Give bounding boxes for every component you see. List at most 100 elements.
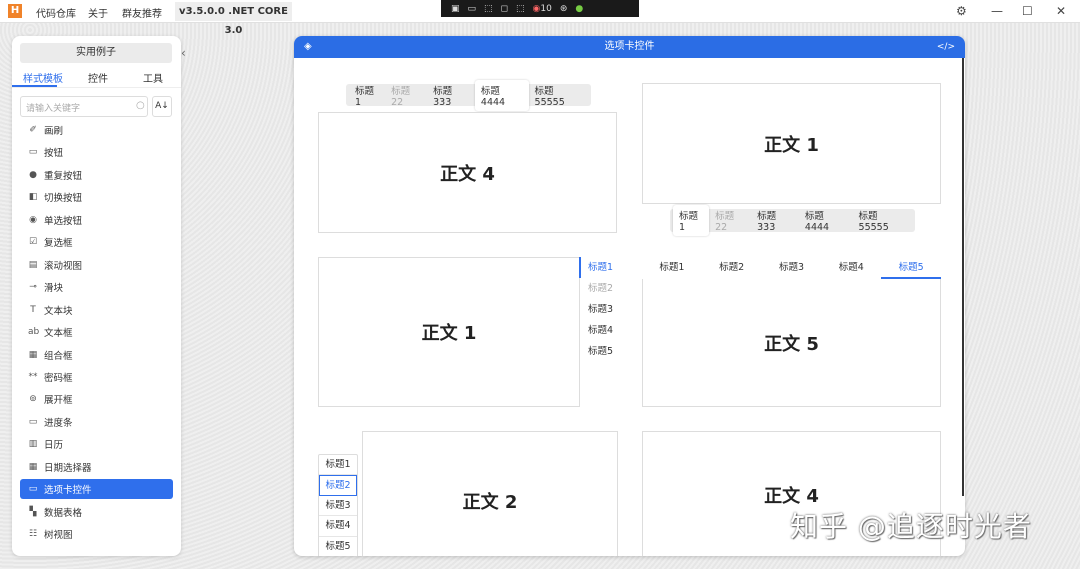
tab[interactable]: 标题3 [762,258,822,279]
item-icon: ◉ [29,214,37,225]
settings-gear-icon[interactable]: ⚙ [956,4,967,18]
sidebar-item-label: 按钮 [44,148,64,160]
sidebar-item[interactable]: ▦ 日期选择器 [20,457,173,477]
collapse-chevron-icon[interactable]: ‹ [181,46,186,60]
sidebar-item[interactable]: ▭ 选项卡控件 [20,479,173,500]
tab[interactable]: 标题333 [427,80,475,111]
sidebar-item[interactable]: ☷ 树视图 [20,524,173,544]
item-icon: ⊚ [29,394,37,405]
tab[interactable]: 标题55555 [853,205,912,236]
sidebar-item-label: 树视图 [44,530,73,542]
sidebar-item-label: 进度条 [44,417,73,429]
camera-icon[interactable]: ▭ [468,4,477,14]
minimize-button[interactable]: — [991,4,1003,18]
sidebar-item[interactable]: ⊸ 滑块 [20,277,173,297]
tab-disabled: 标题2 [588,283,614,294]
item-icon: ▤ [28,259,38,270]
search-input[interactable]: 请输入关键字 [20,96,148,117]
sidebar-item[interactable]: ▦ 组合框 [20,345,173,365]
sidebar-item-label: 滑块 [44,283,64,295]
tab-disabled: 标题22 [391,85,411,108]
floating-toolbar: ▣ ▭ ⬚ ◻ ⬚ ◉10 ⊛ ● [441,0,639,17]
menu-about[interactable]: 关于 [88,5,108,20]
tab[interactable]: 标题4 [821,258,881,279]
tab-selected[interactable]: 标题1 [579,257,619,278]
pointer-icon[interactable]: ⬚ [484,4,493,14]
sidebar-item-label: 切换按钮 [44,193,83,205]
menu-code-repo[interactable]: 代码仓库 [36,5,76,20]
sidebar-item[interactable]: ⊚ 展开框 [20,389,173,409]
sidebar-item[interactable]: ◉ 单选按钮 [20,210,173,230]
sidebar-item[interactable]: ☑ 复选框 [20,232,173,252]
tab-selected[interactable]: 标题5 [881,258,941,279]
sidebar-item-label: 日历 [44,440,64,452]
tab[interactable]: 标题4444 [799,205,853,236]
sidebar: 实用例子 样式模板 控件 工具 请输入关键字 ○ A↓ ✐ 画刷 ▭ 按钮 ● 重复按钮 ◧… [12,36,181,556]
item-icon: ▭ [28,147,38,158]
tab[interactable]: 标题4 [579,320,619,341]
counter: ◉10 [532,3,552,14]
tab[interactable]: 标题4 [319,516,357,537]
item-icon: ⊸ [29,282,37,293]
maximize-button[interactable]: ☐ [1022,4,1033,18]
tab[interactable]: 标题333 [751,205,799,236]
tab[interactable]: 标题3 [579,299,619,320]
sort-button[interactable]: A↓ [152,96,172,117]
frame-icon[interactable]: ◻ [501,4,508,14]
tab[interactable]: 标题2 [702,258,762,279]
sidebar-item[interactable]: ✐ 画刷 [20,120,173,140]
tab-selected[interactable]: 标题1 [673,205,710,236]
sidebar-item[interactable]: ▭ 按钮 [20,142,173,162]
layers-icon: ◈ [304,41,312,52]
sidebar-item[interactable]: ab 文本框 [20,322,173,342]
sidebar-item[interactable]: ▤ 滚动视图 [20,255,173,275]
sidebar-item[interactable]: ◧ 切换按钮 [20,187,173,207]
sidebar-item-label: 滚动视图 [44,260,83,272]
sidebar-item-label: 密码框 [44,372,73,384]
tab-selected[interactable]: 标题4444 [474,79,529,111]
tab-content-4: 正文 5 [642,279,941,407]
tab-strip-2: 标题1 标题22 标题333 标题4444 标题55555 [670,205,915,236]
item-icon: ✐ [29,125,37,135]
tab[interactable]: 标题55555 [529,80,588,111]
tab[interactable]: 标题5 [319,537,357,556]
sidebar-item-label: 单选按钮 [44,215,83,227]
sidebar-item-label: 画刷 [44,126,64,137]
tab-content-5: 正文 2 [362,431,618,556]
tab-style-templates[interactable]: 样式模板 [23,70,63,85]
select-icon[interactable]: ⬚ [516,4,525,14]
sidebar-item-label: 文本框 [44,328,73,340]
sidebar-item[interactable]: ● 重复按钮 [20,165,173,185]
tab-tools[interactable]: 工具 [143,70,163,85]
code-icon[interactable]: </> [937,36,955,58]
check-icon[interactable]: ● [575,4,583,14]
tab-disabled: 标题22 [715,211,735,233]
tab[interactable]: 标题5 [579,341,619,362]
examples-button[interactable]: 实用例子 [20,43,172,63]
tab-selected[interactable]: 标题2 [319,475,357,496]
tool-icon[interactable]: ▣ [451,4,460,14]
tab[interactable]: 标题1 [349,80,385,111]
close-button[interactable]: ✕ [1056,4,1066,18]
sidebar-item-label: 文本块 [44,305,73,317]
accessibility-icon[interactable]: ⊛ [560,4,568,14]
sidebar-item-label: 复选框 [44,238,73,250]
sidebar-item-label: 数据表格 [44,507,83,519]
version-badge: v3.5.0.0 .NET CORE 3.0 [175,2,292,36]
sidebar-item[interactable]: ▚ 数据表格 [20,502,173,522]
right-tab-strip: 标题1 标题2 标题3 标题4 标题5 [579,257,619,362]
tab[interactable]: 标题3 [319,496,357,517]
scrollbar[interactable] [962,58,964,496]
item-icon: ● [29,169,37,180]
tab[interactable]: 标题1 [642,258,702,279]
tab[interactable]: 标题1 [319,455,357,476]
tab-controls[interactable]: 控件 [88,70,108,85]
sidebar-item[interactable]: ▭ 进度条 [20,412,173,432]
sidebar-item[interactable]: ▥ 日历 [20,434,173,454]
sidebar-item-label: 组合框 [44,350,73,362]
sidebar-item[interactable]: T 文本块 [20,300,173,320]
sidebar-item-label: 展开框 [44,395,73,407]
item-icon: ▭ [28,484,38,495]
sidebar-item[interactable]: ** 密码框 [20,367,173,387]
menu-group-recommend[interactable]: 群友推荐 [122,5,162,20]
